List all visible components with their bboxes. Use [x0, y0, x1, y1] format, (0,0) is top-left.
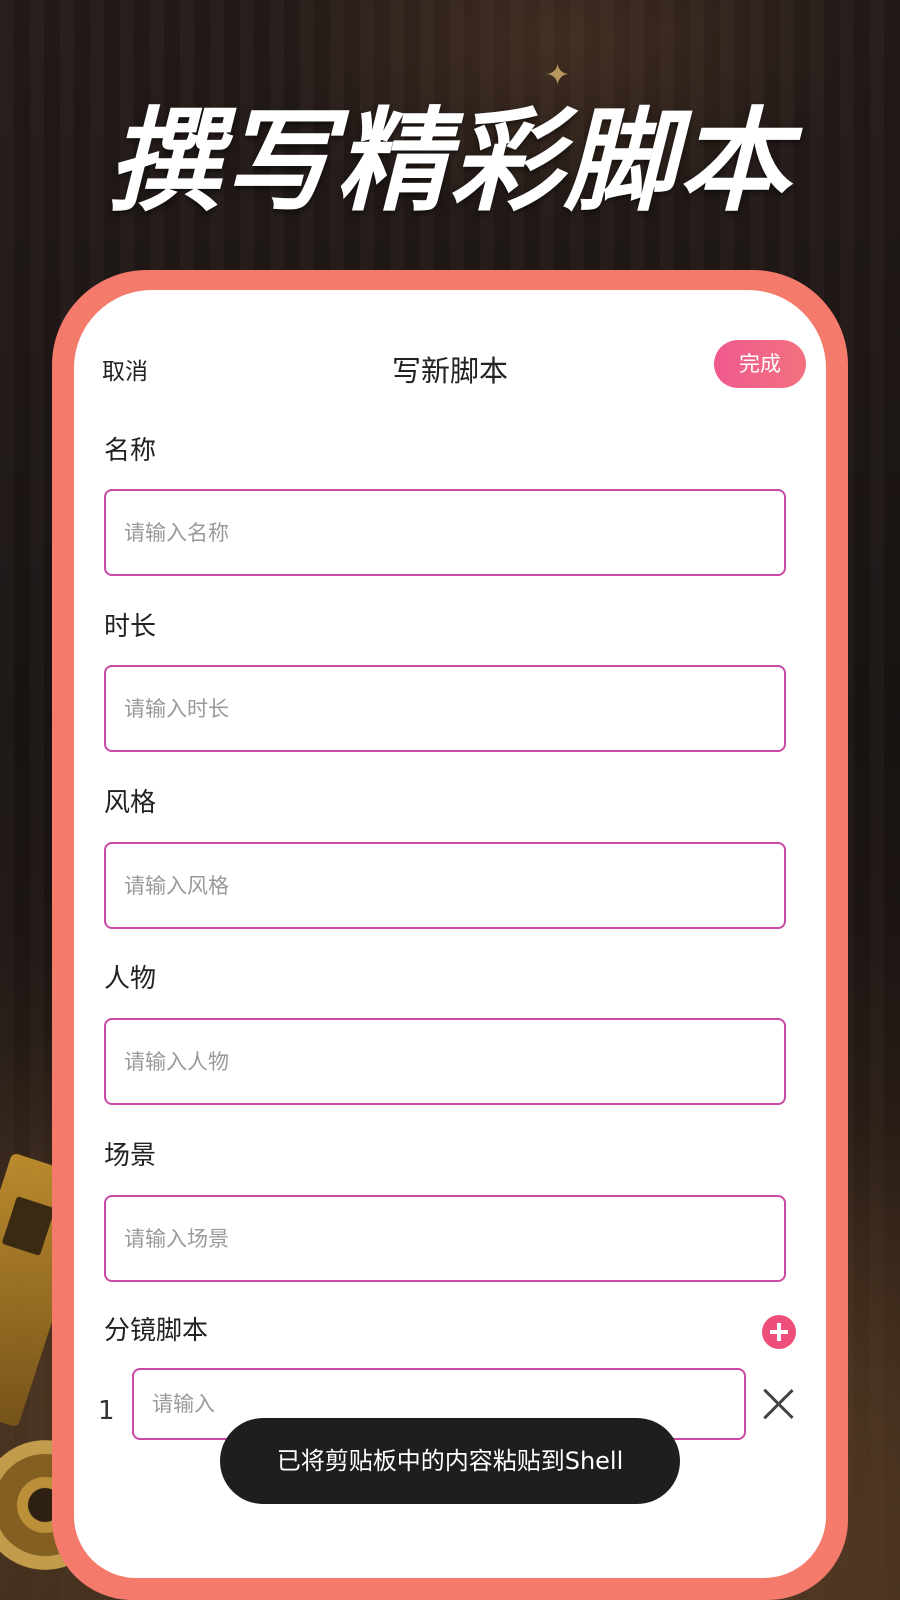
- done-button[interactable]: 完成: [714, 340, 806, 388]
- close-icon[interactable]: [760, 1386, 796, 1422]
- duration-label: 时长: [104, 612, 157, 642]
- storyboard-label: 分镜脚本: [104, 1316, 209, 1346]
- script-editor-screen: 取消 写新脚本 完成 名称 时长 风格 人物 场景 分镜脚本 1: [74, 290, 826, 1578]
- duration-input[interactable]: [104, 665, 786, 752]
- name-input[interactable]: [104, 489, 786, 576]
- banner-title: 撰写精彩脚本: [108, 97, 792, 227]
- toast-message: 已将剪贴板中的内容粘贴到Shell: [220, 1418, 680, 1504]
- shot-index: 1: [98, 1396, 115, 1426]
- characters-input[interactable]: [104, 1018, 786, 1105]
- name-label: 名称: [104, 436, 157, 466]
- nav-bar: 取消 写新脚本 完成: [74, 340, 826, 400]
- scene-input[interactable]: [104, 1195, 786, 1282]
- scene-label: 场景: [104, 1141, 157, 1171]
- plus-circle-icon[interactable]: [762, 1315, 796, 1349]
- style-input[interactable]: [104, 842, 786, 929]
- phone-frame: 取消 写新脚本 完成 名称 时长 风格 人物 场景 分镜脚本 1: [52, 270, 848, 1600]
- style-label: 风格: [104, 788, 157, 818]
- characters-label: 人物: [104, 964, 157, 994]
- sparkle-icon: ✦: [545, 58, 571, 93]
- page-title: 写新脚本: [391, 354, 508, 388]
